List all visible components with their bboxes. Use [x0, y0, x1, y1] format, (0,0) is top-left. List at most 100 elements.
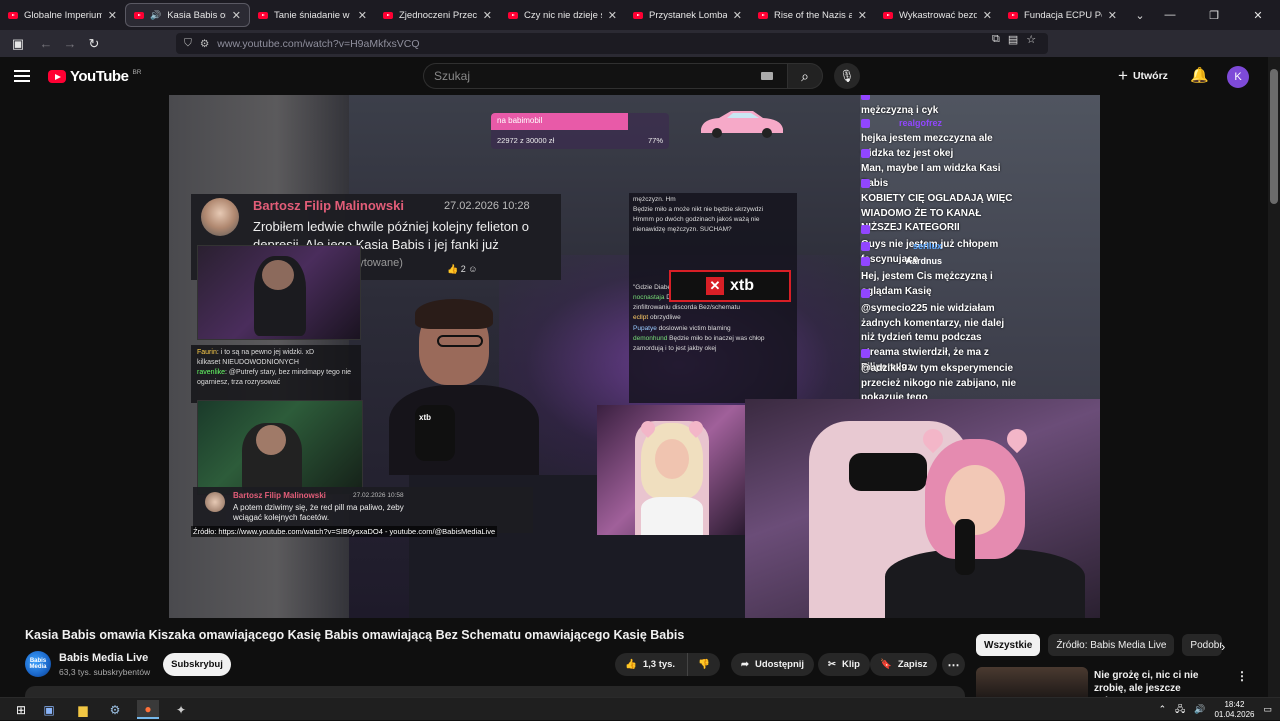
tab-close-icon[interactable]: ✕ [358, 9, 367, 22]
browser-tab-label: Czy nic nie dzieje się prz [524, 9, 602, 21]
subscriber-count: 63,3 tys. subskrybentów [59, 667, 151, 677]
browser-tab[interactable]: Globalne Imperium Bez ✕ [0, 0, 125, 30]
browser-tab[interactable]: Przystanek Lombard - Or ✕ [625, 0, 750, 30]
xtb-logo-icon: ✕ [706, 277, 724, 295]
chat-message: Będzie miło a może nikt nie będzie skrzy… [633, 205, 793, 215]
suggested-video-menu-icon[interactable]: ⋮ [1236, 669, 1248, 683]
chat-message: mężczyzną i cyk [861, 95, 1100, 119]
url-path: /watch?v=H9aMkfxsVCQ [302, 37, 420, 50]
video-player[interactable]: na babimobil 22972 z 30000 zł 77% Bartos… [169, 95, 1100, 618]
chat-text: Będzie miło a może nikt nie będzie skrzy… [633, 206, 764, 214]
browser-tab[interactable]: Zjednoczeni Przeciw Ras ✕ [375, 0, 500, 30]
scrollbar-thumb[interactable] [1270, 69, 1278, 204]
forward-icon[interactable]: → [58, 32, 82, 56]
xtb-sponsor-badge: ✕ xtb [669, 270, 791, 302]
account-avatar[interactable]: K [1227, 66, 1249, 88]
create-button[interactable]: + Utwórz [1118, 66, 1168, 86]
tab-audio-icon[interactable]: 🔊 [150, 10, 161, 21]
chip-all[interactable]: Wszystkie [976, 634, 1041, 656]
search-button[interactable]: ⌕ [787, 63, 823, 89]
keyboard-icon[interactable] [761, 72, 773, 80]
tab-close-icon[interactable]: ✕ [483, 9, 492, 22]
notifications-icon[interactable]: ▭ [1263, 704, 1272, 715]
back-icon[interactable]: ← [34, 32, 58, 56]
tab-close-icon[interactable]: ✕ [1108, 9, 1117, 22]
browser-tab-label: Zjednoczeni Przeciw Ras [399, 9, 477, 21]
url-bar-actions: ⧉ ▤ ☆ [992, 33, 1036, 46]
youtube-logo[interactable]: YouTube BR [48, 68, 141, 85]
channel-avatar[interactable]: Babis Media [25, 651, 51, 677]
bookmark-star-icon[interactable]: ☆ [1026, 33, 1036, 46]
firefox-icon[interactable]: ● [137, 700, 159, 719]
close-window-icon[interactable]: ✕ [1236, 0, 1280, 30]
start-windows-icon[interactable]: ⊞ [10, 700, 32, 719]
youtube-favicon-icon [8, 11, 18, 19]
tab-close-icon[interactable]: ✕ [858, 9, 867, 22]
restore-icon[interactable]: ❐ [1192, 0, 1236, 30]
system-tray: ⌃ 🖧 🔊 18:42 01.04.2026 ▭ [1159, 698, 1272, 721]
browser-tab[interactable]: Rise of the Nazis and Ad ✕ [750, 0, 875, 30]
author-avatar-2 [205, 492, 225, 512]
save-button[interactable]: 🔖 Zapisz [870, 653, 938, 676]
chat-user: demonhund [633, 334, 668, 342]
tab-close-icon[interactable]: ✕ [608, 9, 617, 22]
chips-next-chevron-icon[interactable]: › [1221, 639, 1225, 654]
subscribe-button[interactable]: Subskrybuj [163, 653, 231, 676]
clock-time: 18:42 [1224, 700, 1245, 710]
browser-tab-label: Tanie śniadanie w piekar [274, 9, 352, 21]
mini-chat-message: kilkaset NIEUDOWODNIONYCH [197, 358, 355, 368]
picture-in-picture-icon[interactable]: ⧉ [992, 33, 1000, 46]
minimize-icon[interactable]: — [1148, 0, 1192, 30]
tray-chevron-up-icon[interactable]: ⌃ [1159, 704, 1167, 715]
browser-tab[interactable]: 🔊 Kasia Babis omawia K ✕ [125, 3, 250, 27]
message-date: 27.02.2026 10:28 [444, 200, 530, 212]
clock[interactable]: 18:42 01.04.2026 [1214, 700, 1254, 718]
streamer-body [389, 385, 539, 475]
guide-menu-icon[interactable] [14, 67, 34, 85]
chat-message: ecllpt obrzydliwe [633, 313, 793, 323]
chat-text: doslownie victim blaming [658, 324, 731, 332]
browser-tab[interactable]: Czy nic nie dzieje się prz ✕ [500, 0, 625, 30]
webcam-overlay-1 [197, 245, 361, 340]
file-explorer-icon[interactable]: ▆ [72, 700, 94, 719]
like-count: 1,3 tys. [642, 659, 676, 670]
more-actions-icon[interactable]: ⋯ [942, 653, 965, 676]
like-icon: 👍 [625, 659, 637, 670]
app-icon[interactable]: ✦ [170, 700, 192, 719]
sidebar-toggle-icon[interactable]: ▣ [6, 32, 30, 56]
browser-tab[interactable]: Fundacja ECPU Polska: L ✕ [1000, 0, 1125, 30]
chip-similar[interactable]: Podobne [1182, 634, 1223, 656]
volume-icon[interactable]: 🔊 [1194, 704, 1205, 715]
tab-close-icon[interactable]: ✕ [983, 9, 992, 22]
tab-close-icon[interactable]: ✕ [733, 9, 742, 22]
dislike-button[interactable]: 👎 [688, 653, 720, 676]
chat-badge-icon [861, 178, 870, 188]
browser-tab[interactable]: Tanie śniadanie w piekar ✕ [250, 0, 375, 30]
channel-name[interactable]: Babis Media Live [59, 652, 148, 664]
description-box[interactable] [25, 686, 965, 697]
permissions-icon[interactable]: ⚙ [200, 38, 209, 50]
search-input[interactable]: Szukaj [423, 63, 787, 89]
reload-icon[interactable]: ↻ [82, 32, 106, 56]
desktop-app-icon[interactable]: ▣ [38, 700, 60, 719]
like-button[interactable]: 👍 1,3 tys. [615, 653, 689, 676]
suggested-video-thumbnail[interactable] [976, 667, 1088, 697]
shield-icon[interactable]: ⛉ [184, 37, 192, 50]
clip-button[interactable]: ✂ Klip [818, 653, 870, 676]
page-scrollbar[interactable] [1268, 57, 1280, 697]
url-bar[interactable]: ⛉ ⚙ www.youtube.com/watch?v=H9aMkfxsVCQ [176, 33, 1048, 54]
browser-tab[interactable]: Wykastrować bezdomne ✕ [875, 0, 1000, 30]
network-icon[interactable]: 🖧 [1175, 702, 1185, 718]
reader-view-icon[interactable]: ▤ [1008, 33, 1018, 46]
tab-close-icon[interactable]: ✕ [232, 9, 241, 22]
chat-badge-icon [861, 256, 870, 266]
tab-close-icon[interactable]: ✕ [108, 9, 117, 22]
share-button[interactable]: ➦ Udostępnij [731, 653, 815, 676]
chat-message: mężczyzn. Hm [633, 195, 793, 205]
chip-source[interactable]: Źródło: Babis Media Live [1048, 634, 1175, 656]
dislike-icon: 👎 [698, 659, 710, 670]
voice-search-mic-icon[interactable]: 🎙 [834, 63, 860, 89]
steam-icon[interactable]: ⚙ [104, 700, 126, 719]
mic-xtb-label: xtb [419, 413, 431, 422]
notifications-bell-icon[interactable]: 🔔 [1190, 66, 1209, 84]
